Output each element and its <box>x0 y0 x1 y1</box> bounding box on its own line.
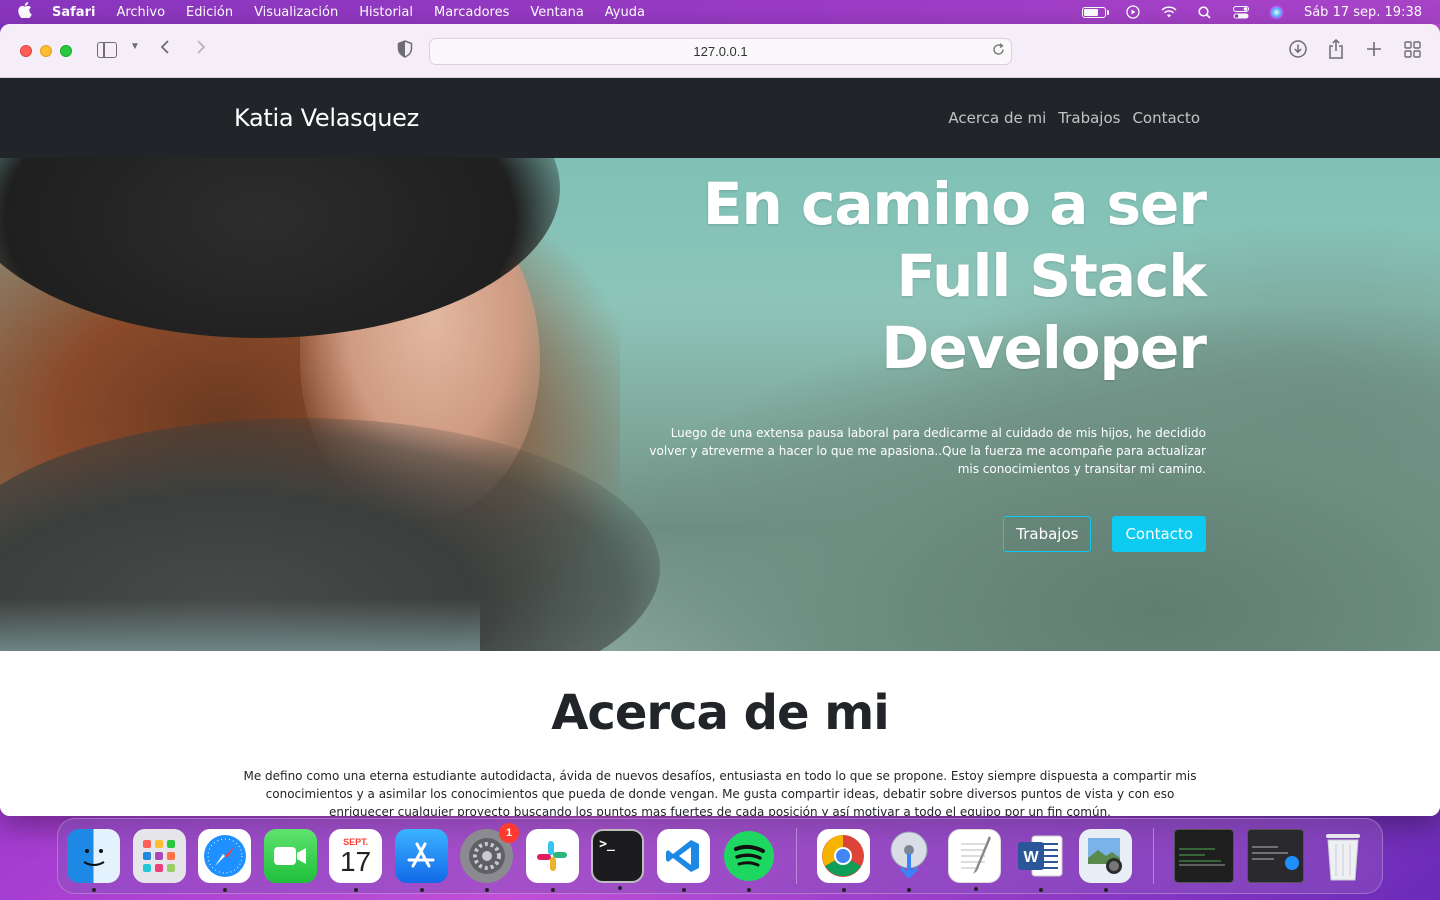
safari-window: ▼ 127.0.0.1 Katia Velasquez Acerca de mi… <box>0 24 1440 816</box>
about-text: Me defino como una eterna estudiante aut… <box>243 769 1197 816</box>
privacy-shield-icon[interactable] <box>397 40 413 58</box>
menu-clock[interactable]: Sáb 17 sep. 19:38 <box>1304 5 1422 20</box>
browser-toolbar: ▼ 127.0.0.1 <box>0 24 1440 78</box>
web-page: Katia Velasquez Acerca de mi Trabajos Co… <box>0 78 1440 816</box>
system-preferences-icon[interactable]: 1 <box>460 823 520 892</box>
minimize-window-button[interactable] <box>40 44 52 57</box>
launchpad-icon[interactable] <box>132 829 186 883</box>
downloads-stack-icon[interactable] <box>882 829 935 892</box>
menu-ayuda[interactable]: Ayuda <box>605 5 645 20</box>
new-tab-icon[interactable] <box>1364 39 1384 59</box>
trash-icon[interactable] <box>1316 829 1369 883</box>
menu-edicion[interactable]: Edición <box>186 5 233 20</box>
spotlight-search-icon[interactable] <box>1196 5 1214 19</box>
menu-visualizacion[interactable]: Visualización <box>254 5 338 20</box>
finder-icon[interactable] <box>67 829 121 892</box>
calendar-icon[interactable]: SEPT. 17 <box>329 829 383 892</box>
menu-bar: Safari Archivo Edición Visualización His… <box>0 0 1440 24</box>
about-heading: Acerca de mi <box>551 685 889 741</box>
share-icon[interactable] <box>1326 39 1346 59</box>
contacto-button[interactable]: Contacto <box>1112 516 1206 552</box>
slack-icon[interactable] <box>525 829 579 892</box>
chrome-icon[interactable] <box>816 829 870 892</box>
menu-archivo[interactable]: Archivo <box>116 5 165 20</box>
hero-section: En camino a ser Full Stack Developer Lue… <box>0 158 1440 651</box>
window-thumbnail[interactable] <box>1173 829 1235 883</box>
forward-arrow-icon[interactable] <box>196 38 206 61</box>
wifi-icon[interactable] <box>1160 5 1178 19</box>
address-bar[interactable]: 127.0.0.1 <box>429 38 1012 65</box>
terminal-icon[interactable]: >_ <box>591 829 645 890</box>
close-window-button[interactable] <box>20 44 32 57</box>
calendar-day: 17 <box>339 846 372 877</box>
battery-icon[interactable] <box>1081 6 1109 18</box>
dock: SEPT. 17 1 >_ W <box>57 818 1383 894</box>
hero-title-line: En camino a ser <box>702 170 1207 238</box>
url-text: 127.0.0.1 <box>693 44 748 59</box>
site-brand-link[interactable]: Katia Velasquez <box>234 104 419 132</box>
site-navbar: Katia Velasquez Acerca de mi Trabajos Co… <box>0 78 1440 158</box>
hero-description: Luego de una extensa pausa laboral para … <box>649 426 1206 476</box>
hero-title-line: Developer <box>881 314 1207 382</box>
tab-overview-icon[interactable] <box>1402 39 1422 59</box>
dock-separator <box>795 828 797 884</box>
reload-icon[interactable] <box>992 43 1005 59</box>
spotify-icon[interactable] <box>722 829 775 892</box>
siri-icon[interactable] <box>1268 5 1286 19</box>
hero-title: En camino a ser Full Stack Developer <box>646 168 1207 384</box>
apple-menu-icon[interactable] <box>18 2 36 22</box>
menu-app-name[interactable]: Safari <box>52 5 95 20</box>
safari-icon[interactable] <box>198 829 252 892</box>
back-arrow-icon[interactable] <box>160 38 170 61</box>
zoom-window-button[interactable] <box>60 44 72 57</box>
downloads-icon[interactable] <box>1288 39 1308 59</box>
menu-historial[interactable]: Historial <box>359 5 413 20</box>
svg-text:W: W <box>1023 849 1039 866</box>
about-section: Acerca de mi Me defino como una eterna e… <box>0 651 1440 816</box>
nav-link-contacto[interactable]: Contacto <box>1132 109 1200 127</box>
control-center-icon[interactable] <box>1232 5 1250 19</box>
hero-buttons: Trabajos Contacto <box>646 516 1206 552</box>
now-playing-icon[interactable] <box>1124 5 1142 19</box>
notification-badge: 1 <box>499 823 520 843</box>
nav-link-trabajos[interactable]: Trabajos <box>1058 109 1120 127</box>
site-nav-links: Acerca de mi Trabajos Contacto <box>948 109 1200 127</box>
dock-separator <box>1152 828 1154 884</box>
window-thumbnail[interactable] <box>1246 829 1304 883</box>
facetime-icon[interactable] <box>263 829 317 883</box>
app-store-icon[interactable] <box>394 829 448 892</box>
preview-icon[interactable] <box>1079 829 1133 892</box>
toolbar-right-actions <box>1288 39 1422 59</box>
textedit-icon[interactable] <box>947 829 1002 891</box>
chevron-down-icon[interactable]: ▼ <box>130 41 140 52</box>
menu-ventana[interactable]: Ventana <box>530 5 583 20</box>
nav-link-acerca[interactable]: Acerca de mi <box>948 109 1046 127</box>
microsoft-word-icon[interactable]: W <box>1014 829 1067 892</box>
hero-title-line: Full Stack <box>896 242 1207 310</box>
sidebar-toggle-icon[interactable] <box>97 42 117 58</box>
vscode-icon[interactable] <box>656 829 710 892</box>
window-controls <box>20 44 72 57</box>
menu-marcadores[interactable]: Marcadores <box>434 5 509 20</box>
hero-content: En camino a ser Full Stack Developer Lue… <box>646 168 1207 552</box>
trabajos-button[interactable]: Trabajos <box>1003 516 1092 552</box>
